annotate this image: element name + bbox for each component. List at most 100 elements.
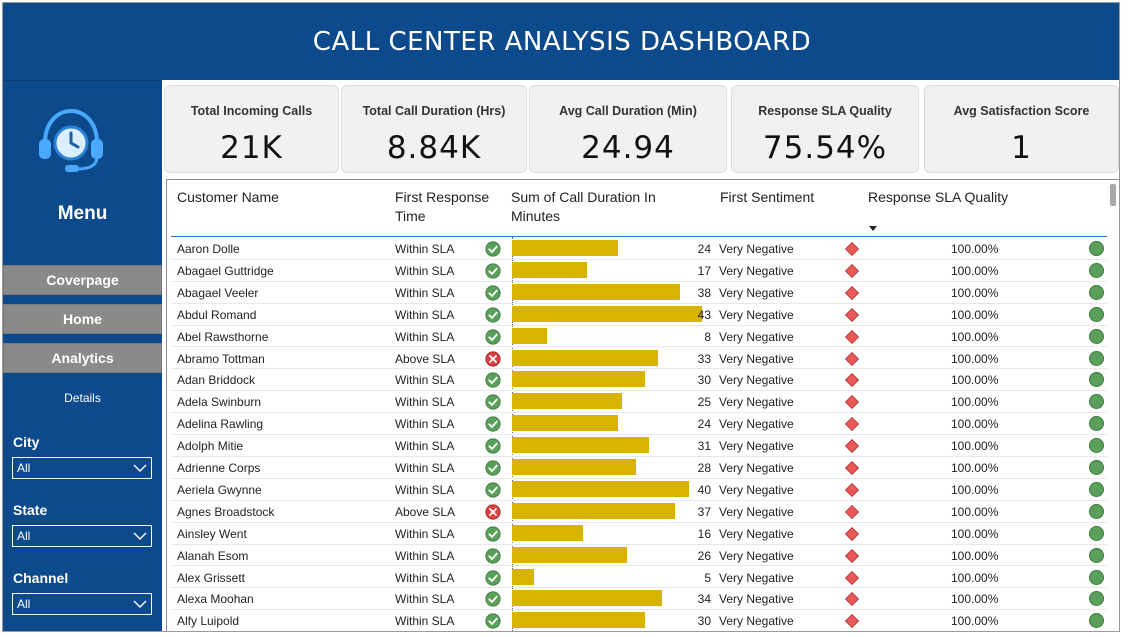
- table-row[interactable]: Adela Swinburn Within SLA 25 Very Negative 1…: [171, 391, 1107, 414]
- kpi-avg-satisfaction-score: Avg Satisfaction Score 1: [924, 85, 1119, 173]
- customer-name: Alexa Moohan: [177, 592, 254, 607]
- column-header-call-duration[interactable]: Sum of Call Duration In Minutes: [511, 188, 656, 226]
- header-divider: [171, 236, 1107, 237]
- response-status: Within SLA: [395, 373, 455, 388]
- red-diamond-icon: [845, 307, 859, 322]
- column-header-customer-name[interactable]: Customer Name: [177, 188, 279, 207]
- kpi-total-call-duration: Total Call Duration (Hrs) 8.84K: [341, 85, 527, 173]
- response-status: Within SLA: [395, 439, 455, 454]
- response-status: Within SLA: [395, 307, 455, 322]
- sla-quality-value: 100.00%: [951, 461, 999, 475]
- column-header-response-sla-quality[interactable]: Response SLA Quality: [868, 188, 1008, 207]
- kpi-label: Total Incoming Calls: [190, 104, 313, 118]
- nav-analytics-button[interactable]: Analytics: [3, 343, 162, 373]
- table-row[interactable]: Abel Rawsthorne Within SLA 8 Very Negative 1…: [171, 326, 1107, 348]
- table-row[interactable]: Adan Briddock Within SLA 30 Very Negative 10…: [171, 369, 1107, 392]
- response-status: Above SLA: [395, 504, 456, 519]
- column-header-first-response-time[interactable]: First Response Time: [395, 188, 489, 226]
- response-status: Within SLA: [395, 329, 455, 344]
- nav-coverpage-button[interactable]: Coverpage: [3, 265, 162, 295]
- table-row[interactable]: Aaron Dolle Within SLA 24 Very Negative 100.…: [171, 238, 1107, 260]
- sla-quality-value: 100.00%: [951, 417, 999, 432]
- sla-quality-value: 100.00%: [951, 526, 999, 541]
- red-diamond-icon: [845, 482, 859, 497]
- table-row[interactable]: Abdul Romand Within SLA 43 Very Negative 100…: [171, 304, 1107, 326]
- state-filter-dropdown[interactable]: All: [12, 525, 152, 547]
- response-status: Within SLA: [395, 614, 455, 629]
- red-diamond-icon: [845, 285, 859, 300]
- customer-name: Ainsley Went: [177, 526, 247, 541]
- column-header-first-sentiment[interactable]: First Sentiment: [720, 188, 814, 207]
- duration-value: 33: [697, 351, 711, 366]
- check-circle-icon: [485, 285, 501, 301]
- red-diamond-icon: [845, 504, 859, 519]
- green-status-icon: [1089, 591, 1104, 607]
- sla-quality-value: 100.00%: [951, 351, 999, 366]
- check-circle-icon: [485, 482, 501, 498]
- table-row[interactable]: Ainsley Went Within SLA 16 Very Negative 100…: [171, 523, 1107, 545]
- city-filter-value: All: [17, 461, 31, 475]
- column-header-line: Sum of Call Duration In: [511, 189, 656, 205]
- sla-quality-value: 100.00%: [951, 307, 999, 322]
- kpi-total-incoming-calls: Total Incoming Calls 21K: [164, 85, 339, 173]
- customer-name: Alanah Esom: [177, 548, 249, 563]
- customer-name: Alex Grissett: [177, 570, 246, 585]
- green-status-icon: [1089, 438, 1104, 454]
- check-circle-icon: [485, 438, 501, 454]
- sentiment-label: Very Negative: [719, 263, 794, 278]
- nav-details-link[interactable]: Details: [3, 391, 162, 405]
- red-diamond-icon: [845, 263, 859, 278]
- green-status-icon: [1089, 525, 1104, 541]
- duration-value: 8: [704, 329, 711, 344]
- check-circle-icon: [485, 460, 501, 476]
- green-status-icon: [1089, 547, 1104, 563]
- table-row[interactable]: Abagael Veeler Within SLA 38 Very Negative 1…: [171, 282, 1107, 304]
- sentiment-label: Very Negative: [719, 526, 794, 541]
- channel-filter-label: Channel: [13, 570, 69, 586]
- duration-bar: [512, 349, 658, 366]
- headset-agent-icon: [39, 108, 103, 172]
- city-filter-dropdown[interactable]: All: [12, 457, 152, 479]
- sentiment-label: Very Negative: [719, 285, 794, 300]
- table-row[interactable]: Aeriela Gwynne Within SLA 40 Very Negative 1…: [171, 479, 1107, 501]
- table-row[interactable]: Alanah Esom Within SLA 26 Very Negative 100.…: [171, 545, 1107, 567]
- green-status-icon: [1089, 241, 1104, 256]
- table-row[interactable]: Agnes Broadstock Above SLA 37 Very Negative…: [171, 501, 1107, 523]
- sort-descending-icon[interactable]: [869, 226, 877, 231]
- table-row[interactable]: Alex Grissett Within SLA 5 Very Negative 100…: [171, 567, 1107, 589]
- kpi-value: 1: [1011, 130, 1032, 166]
- kpi-value: 24.94: [581, 130, 675, 166]
- table-row[interactable]: Abagael Guttridge Within SLA 17 Very Negati…: [171, 260, 1107, 282]
- dashboard-title: CALL CENTER ANALYSIS DASHBOARD: [312, 26, 812, 57]
- x-circle-icon: [485, 504, 501, 520]
- table-row[interactable]: Alfy Luipold Within SLA 30 Very Negative 100…: [171, 610, 1107, 631]
- sla-quality-value: 100.00%: [951, 482, 999, 497]
- red-diamond-icon: [845, 570, 859, 585]
- table-row[interactable]: Abramo Tottman Above SLA 33 Very Negative 10…: [171, 348, 1107, 370]
- duration-value: 38: [697, 285, 711, 300]
- table-row[interactable]: Adelina Rawling Within SLA 24 Very Negative…: [171, 413, 1107, 436]
- check-circle-icon: [485, 241, 501, 257]
- response-status: Above SLA: [395, 351, 456, 366]
- channel-filter-dropdown[interactable]: All: [12, 593, 152, 615]
- table-row[interactable]: Adrienne Corps Within SLA 28 Very Negative 1…: [171, 457, 1107, 479]
- red-diamond-icon: [845, 548, 859, 563]
- kpi-label: Total Call Duration (Hrs): [362, 104, 506, 118]
- sla-quality-value: 100.00%: [951, 329, 999, 344]
- column-header-line: Minutes: [511, 208, 561, 224]
- table-row[interactable]: Alexa Moohan Within SLA 34 Very Negative 100…: [171, 588, 1107, 611]
- sentiment-label: Very Negative: [719, 395, 794, 410]
- customer-name: Adan Briddock: [177, 373, 256, 388]
- state-filter-label: State: [13, 502, 48, 518]
- table-scrollbar[interactable]: [1110, 184, 1116, 206]
- sentiment-label: Very Negative: [719, 307, 794, 322]
- duration-bar: [512, 524, 583, 541]
- duration-value: 16: [697, 526, 711, 541]
- sidebar: Menu Coverpage Home Analytics Details Ci…: [3, 80, 162, 631]
- duration-value: 43: [697, 307, 711, 322]
- table-row[interactable]: Adolph Mitie Within SLA 31 Very Negative 100…: [171, 435, 1107, 457]
- check-circle-icon: [485, 613, 501, 629]
- response-status: Within SLA: [395, 482, 455, 497]
- nav-home-button[interactable]: Home: [3, 304, 162, 334]
- duration-bar: [512, 371, 645, 388]
